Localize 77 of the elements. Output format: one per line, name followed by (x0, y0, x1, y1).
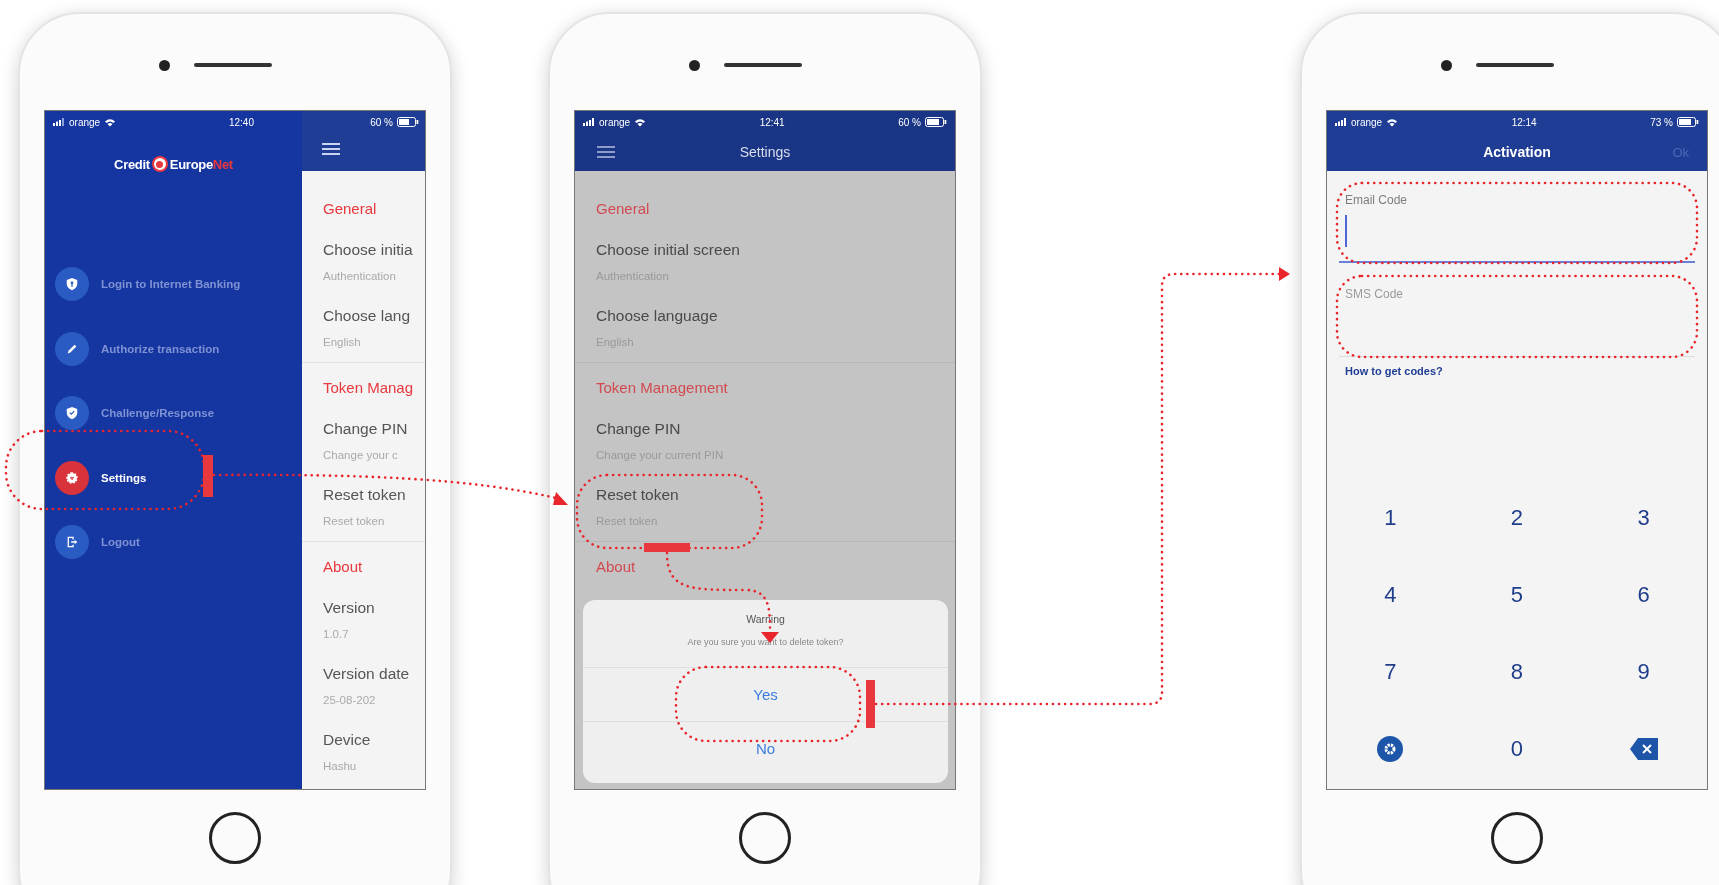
keypad-key[interactable]: 1 (1327, 479, 1454, 556)
section-heading: General (323, 199, 378, 219)
battery-level: 60 % (370, 116, 393, 128)
setting-title[interactable]: Choose language (596, 306, 955, 326)
section-heading: About (323, 557, 364, 577)
menu-icon[interactable] (597, 146, 615, 158)
wifi-icon (104, 117, 117, 127)
setting-value: 25-08-202 (323, 693, 377, 708)
battery-level: 73 % (1650, 116, 1673, 128)
carrier-name: orange (69, 116, 101, 128)
wifi-icon (1386, 117, 1399, 127)
setting-value: Reset token (323, 514, 386, 529)
setting-title[interactable]: Change PIN (323, 419, 425, 439)
home-button[interactable] (1491, 811, 1543, 864)
dialog-title: Warning (746, 613, 785, 625)
shield-check-icon (55, 396, 89, 431)
setting-title[interactable]: Version (323, 598, 425, 618)
help-link[interactable]: How to get codes? (1339, 365, 1443, 377)
status-time: 12:14 (1511, 116, 1537, 128)
camera-dot (688, 59, 700, 71)
keypad-key[interactable]: 6 (1580, 556, 1707, 633)
signal-icon (1335, 118, 1347, 126)
dialog-message: Are you sure you want to delete token? (687, 637, 844, 647)
keypad-key[interactable]: 7 (1327, 633, 1454, 710)
battery-icon (1677, 117, 1699, 127)
home-button[interactable] (209, 811, 261, 864)
status-time: 12:41 (759, 116, 785, 128)
battery-icon (397, 117, 419, 127)
setting-title[interactable]: Reset token (596, 485, 955, 505)
keypad-key[interactable]: 3 (1580, 479, 1707, 556)
keypad-key[interactable]: 5 (1453, 556, 1581, 633)
status-time: 12:40 (228, 116, 254, 128)
carrier-name: orange (599, 116, 631, 128)
keypad-key[interactable]: 2 (1453, 479, 1581, 556)
battery-level: 60 % (898, 116, 921, 128)
marker-bar (644, 543, 690, 552)
camera-dot (158, 59, 170, 71)
input-field[interactable]: Email Code (1339, 183, 1695, 263)
screen-title: Activation (1482, 144, 1552, 160)
keypad-key[interactable]: 8 (1453, 633, 1581, 710)
app-logo: Credit EuropeNet (114, 156, 233, 172)
setting-value: Change your c (323, 448, 399, 463)
setting-value: English (323, 335, 362, 350)
section-heading: Token Manag (323, 378, 415, 398)
setting-title[interactable]: Reset token (323, 485, 425, 505)
section-heading: Token Management (596, 378, 729, 398)
wifi-icon (634, 117, 647, 127)
setting-title[interactable]: Choose lang (323, 306, 425, 326)
signal-icon (583, 118, 595, 126)
setting-title[interactable]: Change PIN (596, 419, 955, 439)
keypad-key[interactable]: 9 (1580, 633, 1707, 710)
setting-title[interactable]: Choose initia (323, 240, 425, 260)
setting-title[interactable]: Device (323, 730, 425, 750)
battery-icon (925, 117, 947, 127)
setting-title[interactable]: Version date (323, 664, 425, 684)
logout-icon (55, 525, 89, 560)
signal-icon (53, 118, 65, 126)
setting-value: Authentication (323, 269, 397, 284)
marker-bar (203, 455, 213, 497)
home-button[interactable] (739, 811, 791, 864)
section-heading: About (596, 557, 637, 577)
keypad-key[interactable]: 0 (1453, 710, 1581, 787)
pencil-icon (55, 331, 89, 366)
gear-icon (1377, 735, 1404, 762)
backspace-icon (1629, 737, 1658, 760)
menu-icon[interactable] (322, 143, 340, 155)
setting-value: 1.0.7 (323, 627, 350, 642)
setting-title[interactable]: Choose initial screen (596, 240, 955, 260)
setting-value: Hashu (323, 759, 358, 774)
gear-icon (55, 460, 89, 495)
marker-bar (866, 680, 875, 728)
screen-title: Settings (738, 144, 792, 160)
keypad-key[interactable]: 4 (1327, 556, 1454, 633)
shield-icon (55, 267, 89, 302)
section-heading: General (596, 199, 651, 219)
camera-dot (1440, 59, 1452, 71)
carrier-name: orange (1351, 116, 1383, 128)
